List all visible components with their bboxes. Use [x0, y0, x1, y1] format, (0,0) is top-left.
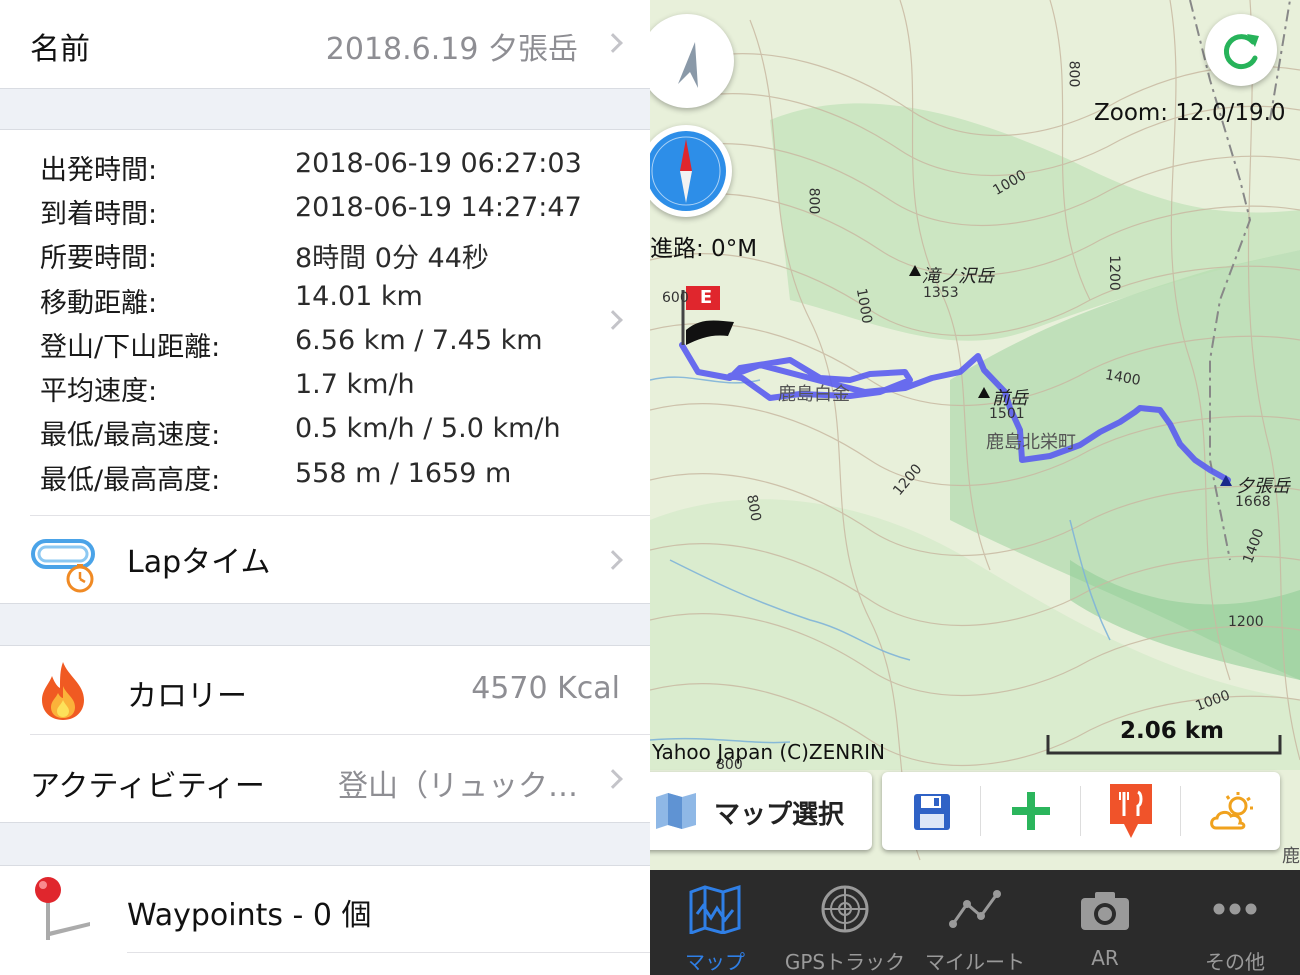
track-stats-row[interactable]: 出発時間: 2018-06-19 06:27:03 到着時間: 2018-06-…	[0, 130, 650, 515]
stat-label: 所要時間:	[40, 243, 158, 274]
tab-label: マイルート	[925, 950, 1025, 974]
section-separator	[0, 88, 650, 130]
stat-value: 558 m / 1659 m	[295, 458, 512, 489]
map-toolbar	[882, 772, 1280, 850]
stat-value: 14.01 km	[295, 281, 423, 312]
section-separator	[0, 822, 650, 866]
stat-value: 2018-06-19 06:27:03	[295, 148, 582, 179]
lap-timer-icon	[31, 539, 95, 593]
name-value: 2018.6.19 夕張岳	[325, 32, 578, 67]
more-dots-icon	[1213, 903, 1257, 915]
peak-elevation: 1353	[923, 285, 959, 301]
stat-label: 平均速度:	[40, 376, 158, 407]
stat-label: 出発時間:	[40, 155, 158, 186]
plus-icon	[1012, 792, 1050, 830]
tab-label: その他	[1205, 950, 1265, 974]
heading-readout: 進路: 0°M	[650, 236, 758, 262]
compass-button[interactable]	[650, 125, 732, 217]
location-button[interactable]	[650, 14, 734, 108]
contour-label: 1200	[1228, 614, 1264, 630]
add-button[interactable]	[982, 772, 1080, 850]
tab-bar: マップ GPSトラック マイルート AR その他	[650, 870, 1300, 975]
restaurant-button[interactable]	[1082, 772, 1180, 850]
zoom-readout: Zoom: 12.0/19.0	[1094, 100, 1286, 126]
area-label: 鹿	[1282, 846, 1300, 867]
peak-elevation: 1668	[1235, 494, 1271, 510]
tab-gps-track[interactable]: GPSトラック	[780, 870, 910, 975]
peak-elevation: 1501	[989, 406, 1025, 422]
section-separator	[0, 603, 650, 646]
stat-value: 8時間 0分 44秒	[295, 243, 489, 274]
tab-ar[interactable]: AR	[1040, 870, 1170, 975]
tab-my-route[interactable]: マイルート	[910, 870, 1040, 975]
contour-label: 1200	[1105, 255, 1122, 291]
activity-label: アクティビティー	[30, 769, 265, 804]
stat-value: 0.5 km/h / 5.0 km/h	[295, 413, 561, 444]
chevron-right-icon	[603, 550, 623, 570]
lap-time-row[interactable]: Lapタイム	[0, 515, 650, 603]
contour-label: 600	[662, 290, 689, 306]
track-details-panel: 名前 2018.6.19 夕張岳 出発時間: 2018-06-19 06:27:…	[0, 0, 650, 975]
save-button[interactable]	[882, 772, 980, 850]
floppy-disk-icon	[914, 794, 950, 830]
restaurant-pin-icon	[1110, 784, 1152, 838]
activity-value: 登山（リュック…	[338, 769, 578, 804]
compass-icon	[650, 131, 726, 211]
scale-label: 2.06 km	[1120, 718, 1225, 744]
weather-icon	[1210, 792, 1253, 830]
map-attribution: Yahoo Japan (C)ZENRIN	[652, 740, 885, 764]
stat-label: 登山/下山距離:	[40, 332, 221, 363]
stat-label: 最低/最高速度:	[40, 420, 221, 451]
waypoints-row[interactable]: Waypoints - 0 個	[0, 866, 650, 975]
map-icon	[656, 793, 696, 829]
tab-label: AR	[1091, 946, 1119, 970]
activity-row[interactable]: アクティビティー 登山（リュック…	[0, 734, 650, 822]
map-panel: 600 800 1000 1000 800 1200 1400 1200 800…	[650, 0, 1300, 975]
radar-icon	[821, 885, 869, 933]
stat-label: 最低/最高高度:	[40, 465, 221, 496]
area-label: 鹿島北栄町	[986, 432, 1076, 453]
calorie-value: 4570 Kcal	[471, 671, 620, 706]
tab-map[interactable]: マップ	[650, 870, 780, 975]
chevron-right-icon	[603, 33, 623, 53]
refresh-button[interactable]	[1205, 14, 1277, 86]
calorie-row: カロリー 4570 Kcal	[0, 646, 650, 734]
flame-icon	[42, 662, 84, 720]
chevron-right-icon	[603, 310, 623, 330]
chevron-right-icon	[603, 769, 623, 789]
map-select-button[interactable]: マップ選択	[650, 772, 872, 850]
route-icon	[949, 890, 1001, 928]
tab-more[interactable]: その他	[1170, 870, 1300, 975]
waypoints-label: Waypoints - 0 個	[127, 898, 372, 933]
calorie-label: カロリー	[127, 679, 247, 714]
start-flag-label: E	[699, 287, 713, 308]
location-arrow-icon	[678, 42, 698, 88]
map-tab-icon	[689, 884, 741, 934]
stat-label: 到着時間:	[40, 199, 158, 230]
area-label: 鹿島白金	[778, 384, 850, 405]
name-label: 名前	[30, 32, 90, 67]
refresh-icon	[1224, 34, 1259, 70]
tab-label: GPSトラック	[784, 950, 906, 974]
weather-button[interactable]	[1182, 772, 1280, 850]
lap-time-label: Lapタイム	[127, 545, 271, 580]
camera-icon	[1081, 892, 1129, 930]
topographic-map[interactable]: 600 800 1000 1000 800 1200 1400 1200 800…	[650, 0, 1300, 870]
stat-value: 1.7 km/h	[295, 369, 415, 400]
tab-label: マップ	[685, 950, 745, 974]
stat-label: 移動距離:	[40, 288, 158, 319]
stat-value: 2018-06-19 14:27:47	[295, 192, 582, 223]
contour-label: 800	[1065, 60, 1082, 88]
contour-label: 800	[805, 187, 822, 215]
pin-icon	[35, 877, 90, 940]
map-select-label: マップ選択	[714, 800, 845, 830]
name-row[interactable]: 名前 2018.6.19 夕張岳	[0, 0, 650, 88]
stat-value: 6.56 km / 7.45 km	[295, 325, 543, 356]
